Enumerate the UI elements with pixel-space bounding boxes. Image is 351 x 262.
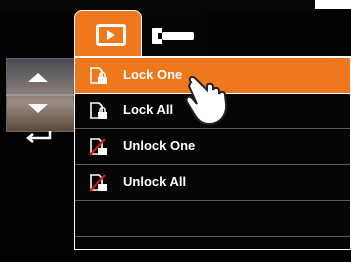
top-right-gap <box>315 0 351 9</box>
nav-up-button[interactable] <box>10 64 66 92</box>
unlock-file-icon <box>89 174 107 192</box>
top-bar <box>0 0 351 10</box>
lock-file-icon <box>90 67 107 84</box>
left-nav <box>10 64 66 148</box>
tab-setup[interactable] <box>142 10 208 56</box>
nav-down-button[interactable] <box>10 94 66 122</box>
menu-item-label: Unlock One <box>123 138 196 153</box>
menu-item-label: Lock All <box>123 102 174 117</box>
return-arrow-icon <box>26 131 52 143</box>
menu-item-unlock-one[interactable]: Unlock One <box>75 129 350 165</box>
menu-empty-row <box>75 201 350 237</box>
pointing-hand-icon <box>185 75 228 126</box>
unlock-file-icon <box>89 138 107 156</box>
down-arrow-icon <box>28 104 48 113</box>
wrench-icon <box>152 28 194 44</box>
tab-playback[interactable] <box>74 10 142 57</box>
up-arrow-icon <box>28 73 48 82</box>
play-icon <box>96 24 126 46</box>
nav-back-button[interactable] <box>10 124 66 152</box>
menu-item-label: Lock One <box>123 67 183 82</box>
menu-item-unlock-all[interactable]: Unlock All <box>75 165 350 201</box>
lock-file-icon <box>90 102 107 119</box>
menu-item-label: Unlock All <box>123 174 187 189</box>
camera-screen: Lock One Lock All Unlock One Unlock All <box>0 0 351 262</box>
